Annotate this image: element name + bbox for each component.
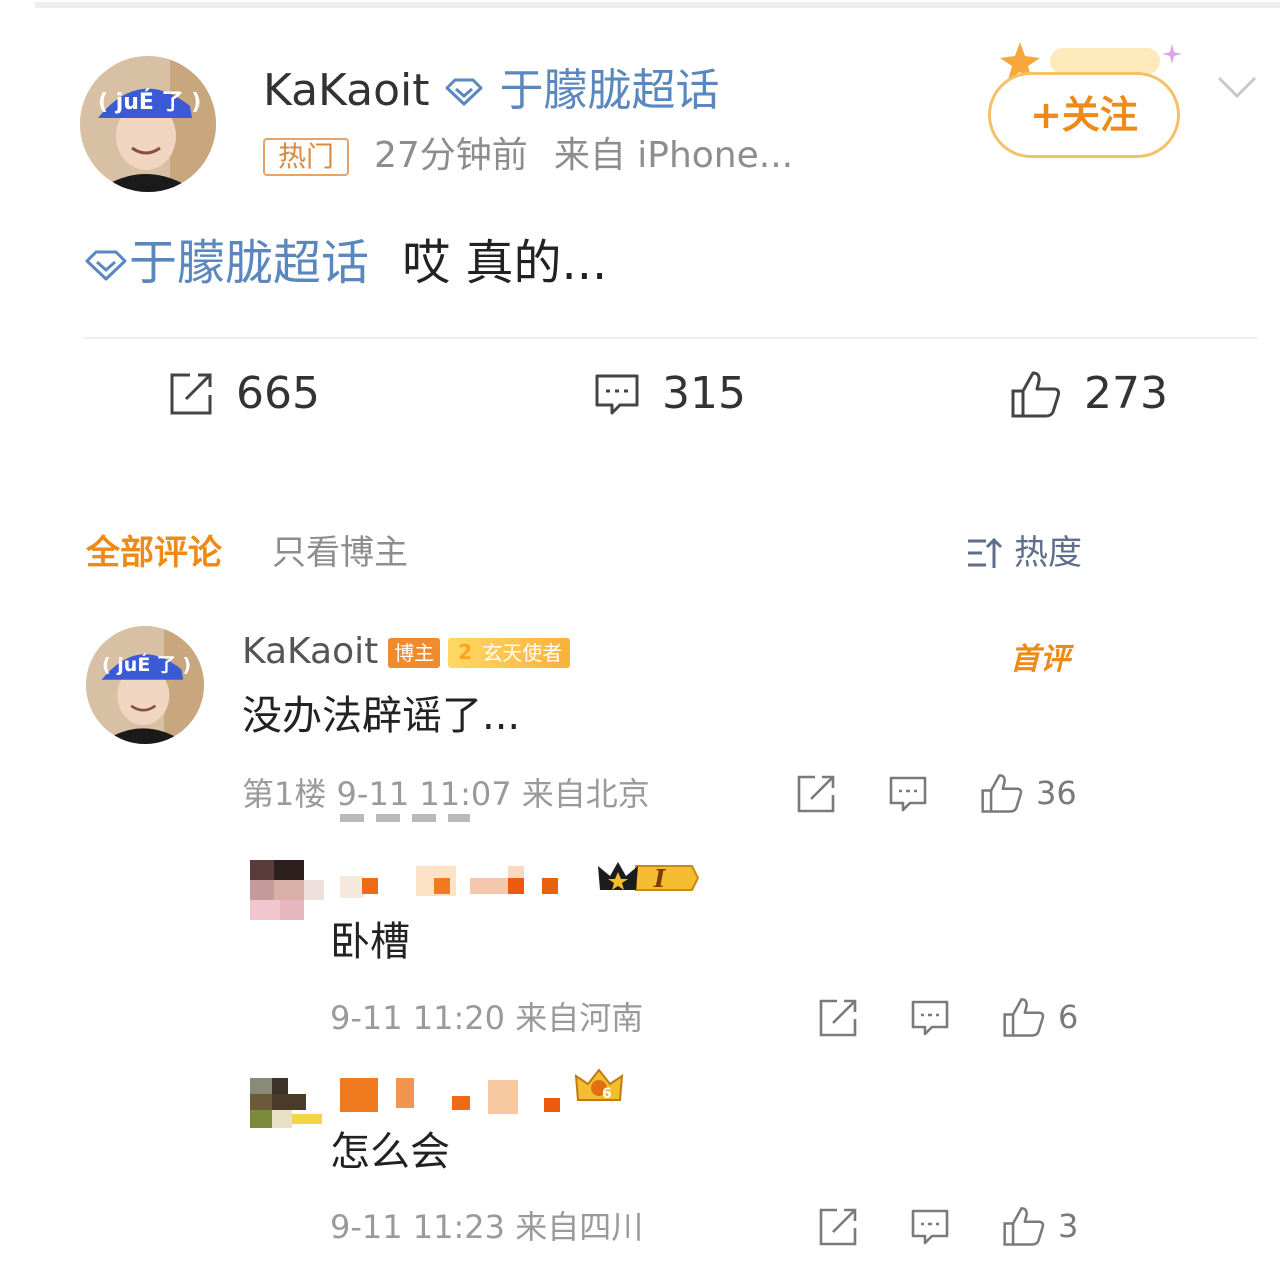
comment-icon[interactable] bbox=[888, 774, 928, 814]
post-source: 来自 iPhone... bbox=[553, 135, 794, 176]
diamond-icon bbox=[83, 235, 129, 297]
post-meta: 27分钟前 来自 iPhone... bbox=[374, 134, 793, 178]
fan-level-badge[interactable]: 2 玄天使者 bbox=[448, 638, 571, 668]
post-text-topic[interactable]: 于朦胧超话 bbox=[129, 235, 369, 291]
owner-badge: 博主 bbox=[388, 638, 441, 668]
first-comment-tag: 首评 bbox=[1010, 642, 1070, 677]
comment-button[interactable]: 315 bbox=[594, 366, 746, 422]
tab-all-comments[interactable]: 全部评论 bbox=[86, 533, 222, 573]
reply-time: 9-11 11:23 bbox=[330, 1208, 506, 1246]
like-count: 273 bbox=[1084, 368, 1168, 419]
repost-icon bbox=[170, 373, 212, 415]
reply-like-count: 3 bbox=[1058, 1207, 1079, 1245]
reply-like-button[interactable]: 6 bbox=[1002, 996, 1078, 1038]
repost-icon[interactable] bbox=[818, 1207, 858, 1247]
comment-author-name[interactable]: KaKaoit bbox=[242, 631, 378, 672]
post-divider bbox=[83, 337, 1258, 339]
hot-badge: 热门 bbox=[263, 138, 349, 176]
avatar-image bbox=[86, 626, 204, 744]
avatar-cap-text: ( juÉ 了 ) bbox=[102, 654, 192, 676]
reply-avatar[interactable] bbox=[250, 860, 324, 924]
crown-badge: 6 bbox=[574, 1066, 624, 1106]
dashed-underline bbox=[340, 814, 470, 822]
follow-button[interactable]: +关注 bbox=[988, 72, 1180, 158]
fan-level-title: 玄天使者 bbox=[482, 641, 563, 665]
repost-icon[interactable] bbox=[796, 774, 836, 814]
reply-text: 卧槽 bbox=[330, 919, 410, 965]
reply-time: 9-11 11:20 bbox=[330, 999, 506, 1037]
sort-toggle[interactable]: 热度 bbox=[966, 533, 1082, 573]
comment-header: KaKaoit 博主 2 玄天使者 bbox=[242, 630, 571, 674]
avatar-image bbox=[80, 56, 216, 192]
comment-like-button[interactable]: 36 bbox=[980, 772, 1077, 814]
comment-floor: 第1楼 bbox=[242, 775, 327, 813]
avatar-cap-text: ( juÉ 了 ) bbox=[98, 90, 202, 115]
comment-meta: 第1楼 9-11 11:07 来自北京 bbox=[242, 774, 650, 814]
comment-icon[interactable] bbox=[910, 1207, 950, 1247]
reply-location: 来自河南 bbox=[515, 999, 644, 1037]
crown-icon bbox=[598, 862, 700, 891]
reply-like-button[interactable]: 3 bbox=[1002, 1205, 1078, 1247]
post-time: 27分钟前 bbox=[374, 135, 528, 176]
crown-icon bbox=[574, 1068, 624, 1101]
comment-like-count: 36 bbox=[1036, 774, 1077, 812]
like-icon bbox=[1003, 998, 1045, 1037]
comment-icon[interactable] bbox=[910, 998, 950, 1038]
comment-text: 没办法辟谣了... bbox=[242, 693, 521, 739]
tab-owner-only[interactable]: 只看博主 bbox=[272, 533, 408, 573]
post-author-name[interactable]: KaKaoit bbox=[263, 65, 429, 116]
crown-level: 6 bbox=[602, 1086, 612, 1102]
post-author-avatar[interactable] bbox=[80, 56, 216, 192]
reply-meta: 9-11 11:23 来自四川 bbox=[330, 1207, 643, 1247]
like-button[interactable]: 273 bbox=[1010, 366, 1168, 422]
chevron-down-icon[interactable] bbox=[1215, 72, 1259, 102]
post-author-line: KaKaoit 于朦胧超话 bbox=[263, 62, 719, 122]
comment-icon bbox=[595, 374, 639, 415]
comment-time: 9-11 11:07 bbox=[336, 775, 512, 813]
sort-label: 热度 bbox=[1014, 533, 1082, 573]
post-text: 于朦胧超话 哎 真的... bbox=[83, 232, 607, 297]
reply-username-blurred[interactable] bbox=[340, 866, 590, 900]
reply-text: 怎么会 bbox=[330, 1129, 450, 1175]
crown-level: I bbox=[654, 864, 666, 893]
reply-username-blurred[interactable] bbox=[340, 1078, 570, 1116]
post-topic-link[interactable]: 于朦胧超话 bbox=[499, 65, 719, 116]
reply-like-count: 6 bbox=[1058, 998, 1079, 1036]
diamond-icon bbox=[443, 64, 485, 122]
post-text-body: 哎 真的... bbox=[402, 235, 608, 291]
repost-icon[interactable] bbox=[818, 998, 858, 1038]
sort-icon bbox=[968, 537, 1003, 568]
reply-location: 来自四川 bbox=[515, 1208, 644, 1246]
reply-avatar[interactable] bbox=[250, 1078, 324, 1130]
repost-button[interactable]: 665 bbox=[168, 366, 320, 422]
like-icon bbox=[1003, 1207, 1045, 1246]
repost-count: 665 bbox=[236, 368, 320, 419]
comment-count: 315 bbox=[662, 368, 746, 419]
crown-badge: I bbox=[596, 858, 700, 898]
top-divider bbox=[35, 2, 1280, 8]
like-icon bbox=[981, 774, 1023, 813]
reply-meta: 9-11 11:20 来自河南 bbox=[330, 998, 643, 1038]
comment-avatar[interactable] bbox=[86, 626, 204, 744]
like-icon bbox=[1011, 371, 1061, 418]
comment-location: 来自北京 bbox=[521, 775, 650, 813]
fan-level-number: 2 bbox=[458, 640, 473, 664]
